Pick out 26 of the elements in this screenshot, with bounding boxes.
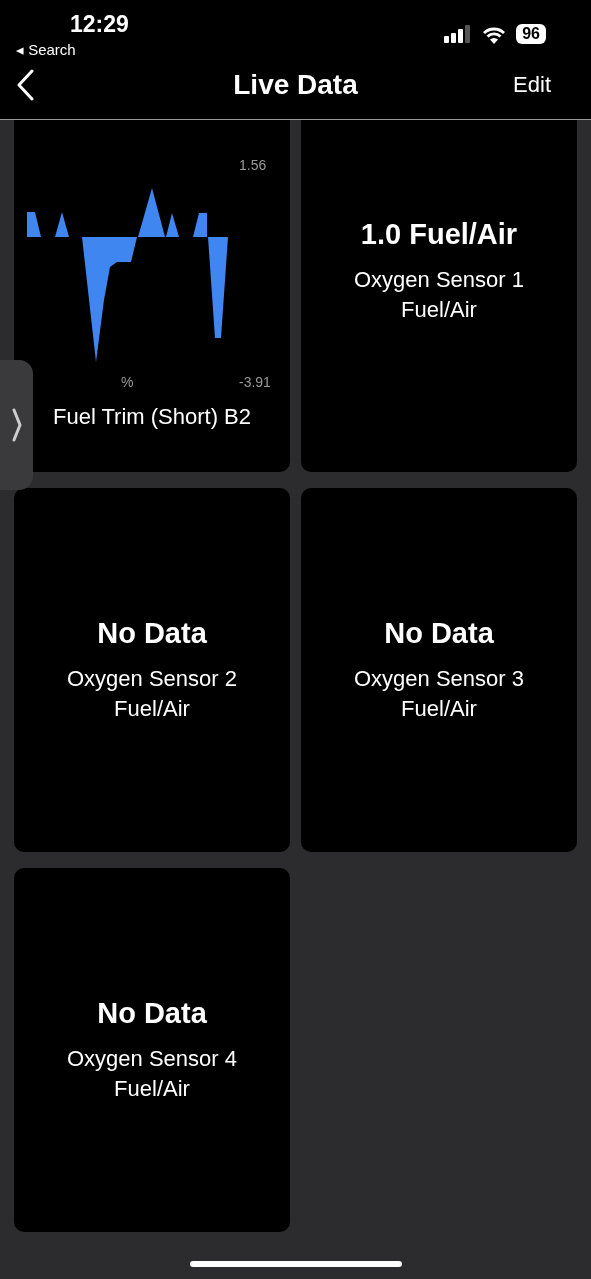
sensor-tile[interactable]: 1.56 % -3.91 Fuel Trim (Short) B2 <box>14 120 290 472</box>
sensor-value: No Data <box>97 996 207 1030</box>
sensor-tile[interactable]: 1.0 Fuel/Air Oxygen Sensor 1 Fuel/Air <box>301 120 577 472</box>
signal-icon <box>444 25 473 43</box>
sensor-name: Oxygen Sensor 1 Fuel/Air <box>354 265 524 324</box>
sensor-tile[interactable]: No Data Oxygen Sensor 4 Fuel/Air <box>14 868 290 1232</box>
edit-button[interactable]: Edit <box>513 72 551 98</box>
sensor-value: No Data <box>384 616 494 650</box>
status-time: 12:29 <box>70 11 129 38</box>
sensor-tile[interactable]: No Data Oxygen Sensor 2 Fuel/Air <box>14 488 290 852</box>
sensor-name: Oxygen Sensor 3 Fuel/Air <box>354 664 524 723</box>
sensor-name: Oxygen Sensor 4 Fuel/Air <box>67 1044 237 1103</box>
side-drawer-handle[interactable] <box>0 360 33 490</box>
sensor-value: No Data <box>97 616 207 650</box>
chevron-right-icon <box>11 408 22 442</box>
sensor-tile[interactable]: No Data Oxygen Sensor 3 Fuel/Air <box>301 488 577 852</box>
unit-label: % <box>121 374 134 390</box>
back-to-search-link[interactable]: ◂ Search <box>16 41 129 59</box>
sensor-name: Oxygen Sensor 2 Fuel/Air <box>67 664 237 723</box>
axis-min-label: -3.91 <box>239 374 271 390</box>
sensor-value: 1.0 Fuel/Air <box>360 217 518 251</box>
screen-title: Live Data <box>233 69 358 101</box>
axis-max-label: 1.56 <box>239 157 267 173</box>
sensor-name: Fuel Trim (Short) B2 <box>51 404 252 430</box>
battery-level: 96 <box>516 24 546 44</box>
back-icon[interactable] <box>16 69 36 101</box>
